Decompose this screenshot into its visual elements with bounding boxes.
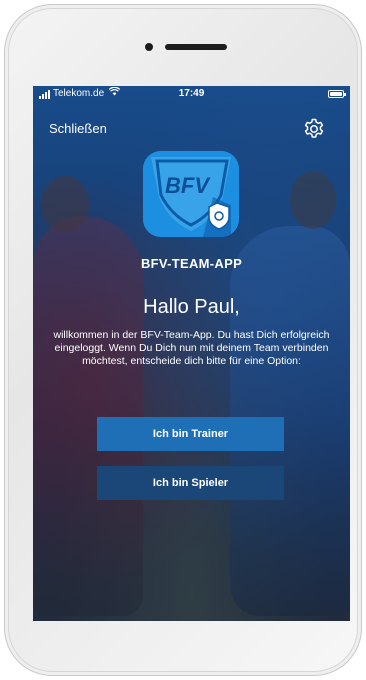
phone-frame: Telekom.de 17:49 Schließen BFV BFV-TEAM-… bbox=[4, 4, 362, 676]
app-title: BFV-TEAM-APP bbox=[140, 256, 243, 271]
status-bar: Telekom.de 17:49 bbox=[33, 86, 350, 102]
bfv-app-logo: BFV bbox=[143, 151, 239, 237]
front-camera bbox=[145, 43, 153, 51]
earpiece-speaker bbox=[165, 44, 227, 50]
greeting-text: Hallo Paul, bbox=[143, 296, 240, 318]
close-button[interactable]: Schließen bbox=[49, 121, 107, 136]
app-screen: Telekom.de 17:49 Schließen BFV BFV-TEAM-… bbox=[33, 86, 350, 621]
welcome-text: willkommen in der BFV-Team-App. Du hast … bbox=[53, 329, 330, 367]
svg-text:BFV: BFV bbox=[165, 173, 211, 198]
trainer-button[interactable]: Ich bin Trainer bbox=[97, 417, 284, 451]
status-time: 17:49 bbox=[178, 88, 205, 99]
battery-icon bbox=[328, 90, 346, 98]
spieler-button[interactable]: Ich bin Spieler bbox=[97, 466, 284, 500]
gear-icon[interactable] bbox=[302, 117, 326, 141]
